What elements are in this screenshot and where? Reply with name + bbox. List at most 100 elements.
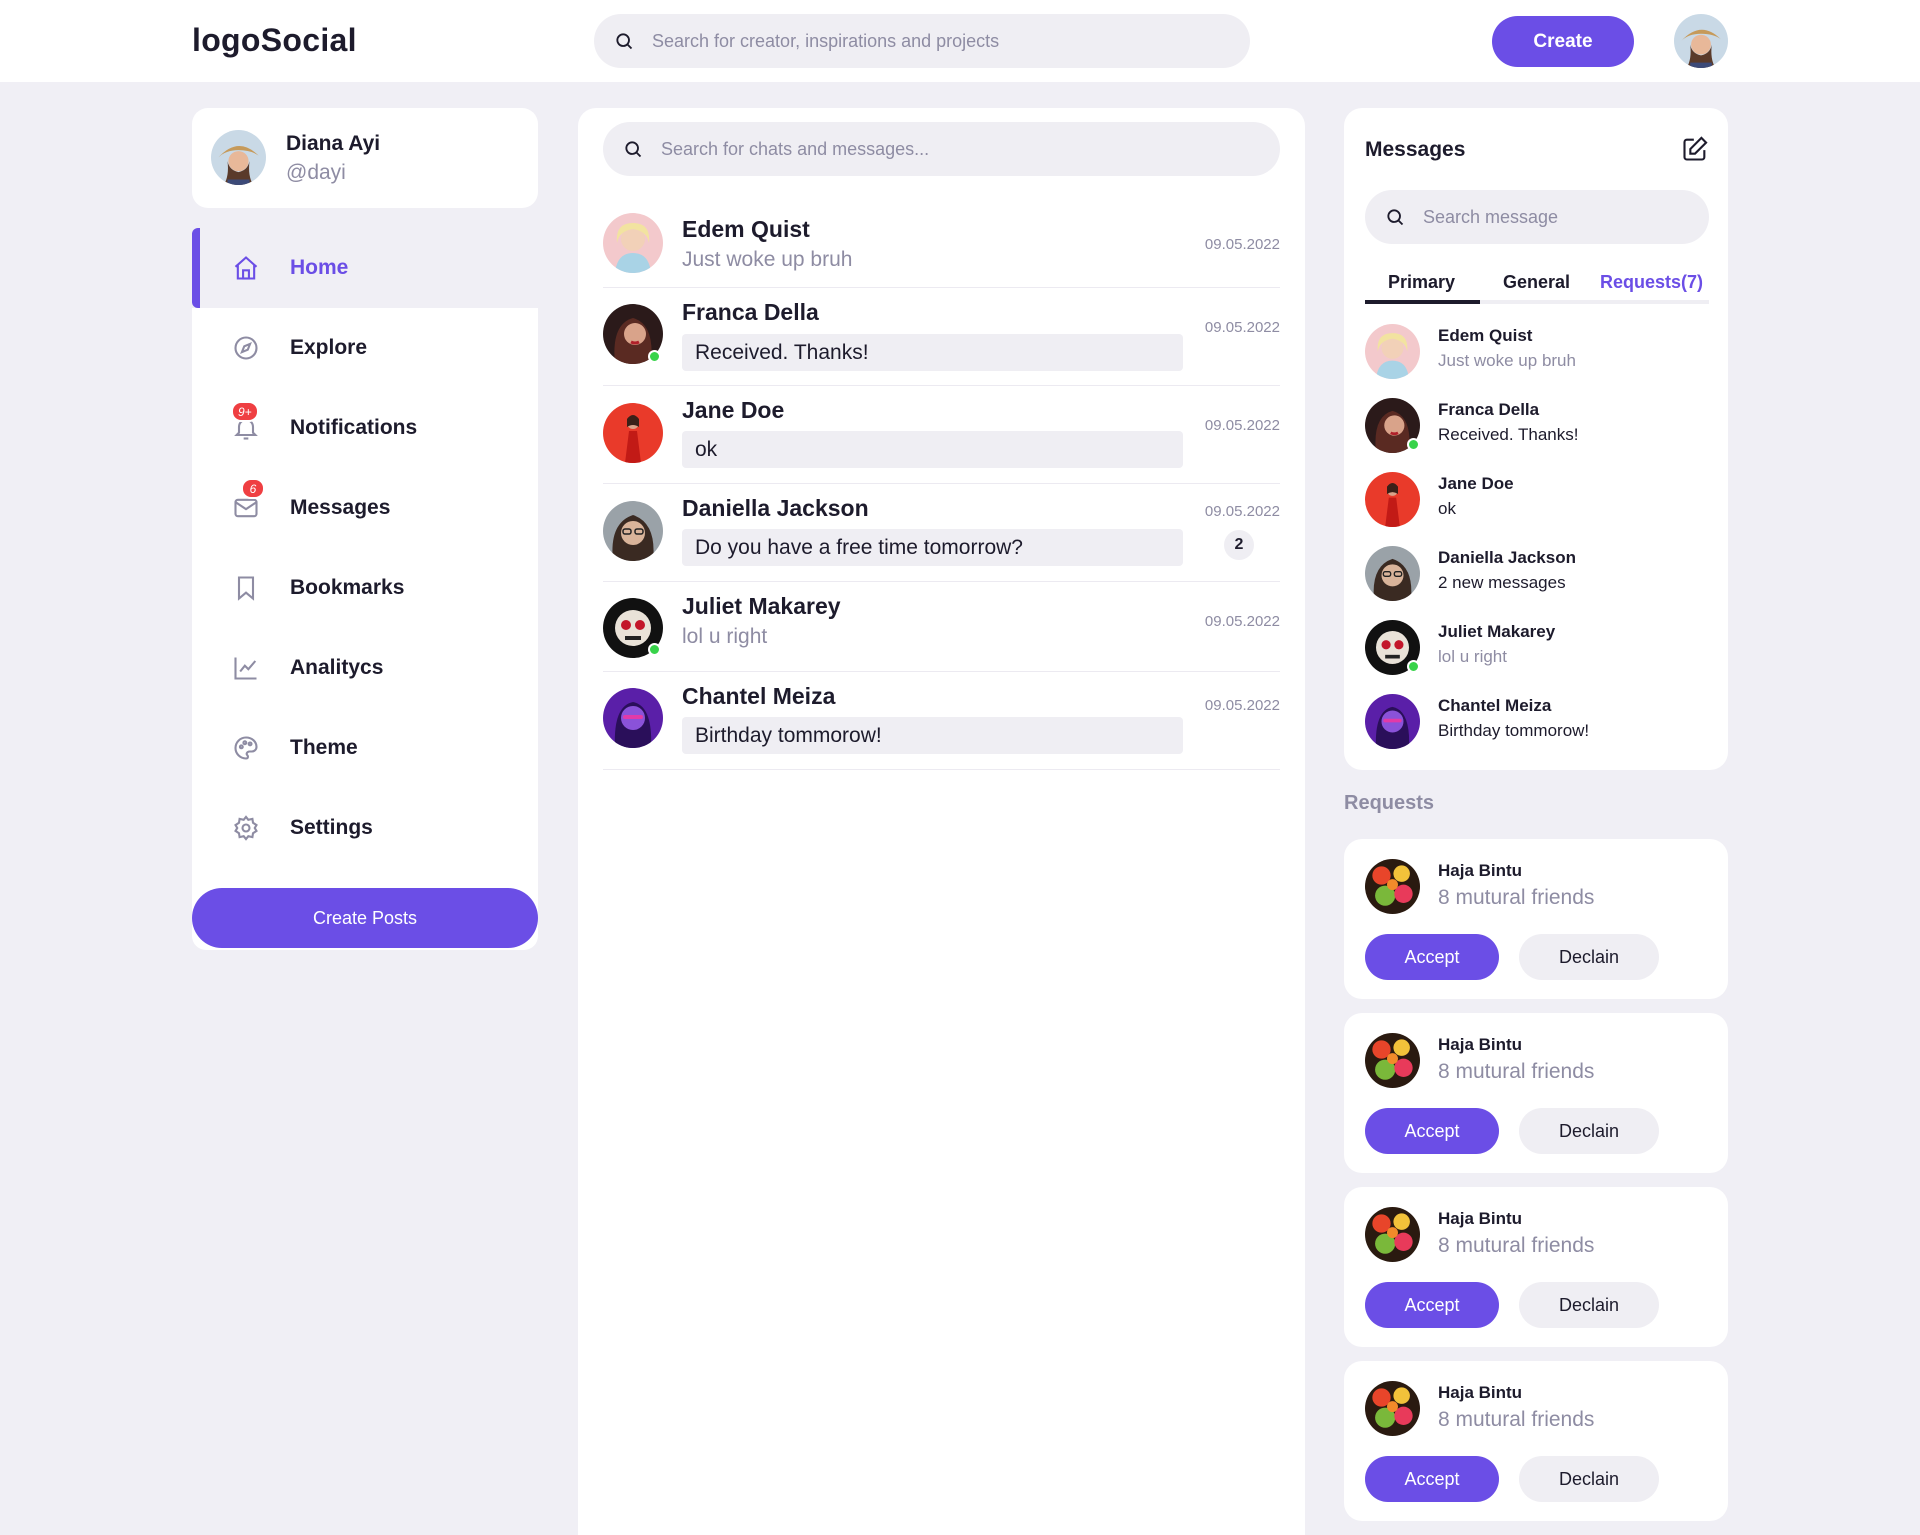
decline-button[interactable]: Declain — [1519, 1282, 1659, 1328]
chat-message: Do you have a free time tomorrow? — [682, 529, 1183, 566]
chat-row[interactable]: Edem Quist Just woke up bruh 09.05.2022 — [603, 206, 1280, 288]
sidebar-item-home[interactable]: Home — [192, 228, 538, 308]
search-icon — [616, 33, 633, 50]
chat-search-input[interactable]: Search for chats and messages... — [603, 122, 1280, 176]
global-search-input[interactable]: Search for creator, inspirations and pro… — [594, 14, 1250, 68]
sidebar-item-messages[interactable]: 6 Messages — [192, 468, 538, 548]
sidebar-item-label: Messages — [290, 496, 391, 519]
chat-row[interactable]: Jane Doe ok 09.05.2022 — [603, 387, 1280, 484]
unread-count-badge: 2 — [1224, 530, 1254, 560]
request-mutual-friends: 8 mutural friends — [1438, 886, 1595, 909]
profile-handle: @dayi — [286, 161, 346, 184]
sidebar-item-settings[interactable]: Settings — [192, 788, 538, 868]
requests-heading: Requests — [1344, 792, 1435, 814]
message-list-item[interactable]: Juliet Makarey lol u right — [1365, 620, 1709, 680]
online-indicator — [648, 643, 661, 656]
sidebar-nav: Home Explore 9+ Notifications 6 Messages… — [192, 228, 538, 950]
sidebar-item-analytics[interactable]: Analitycs — [192, 628, 538, 708]
chat-message: Received. Thanks! — [682, 334, 1183, 371]
message-name: Franca Della — [1438, 400, 1540, 419]
compass-icon — [234, 336, 258, 360]
profile-card[interactable]: Diana Ayi @dayi — [192, 108, 538, 208]
search-icon — [625, 141, 642, 158]
message-avatar — [1365, 546, 1420, 601]
decline-button[interactable]: Declain — [1519, 1456, 1659, 1502]
online-indicator — [1407, 660, 1420, 673]
bookmark-icon — [237, 576, 255, 601]
online-indicator — [648, 350, 661, 363]
request-avatar — [1365, 1033, 1420, 1088]
chat-row[interactable]: Juliet Makarey lol u right 09.05.2022 — [603, 583, 1280, 672]
request-card: Haja Bintu 8 mutural friends Accept Decl… — [1344, 1187, 1728, 1347]
message-list-item[interactable]: Franca Della Received. Thanks! — [1365, 398, 1709, 458]
sidebar-item-label: Settings — [290, 816, 373, 839]
chat-message: lol u right — [682, 625, 768, 648]
message-list-item[interactable]: Daniella Jackson 2 new messages — [1365, 546, 1709, 606]
create-posts-button[interactable]: Create Posts — [192, 888, 538, 948]
message-name: Chantel Meiza — [1438, 696, 1552, 715]
request-mutual-friends: 8 mutural friends — [1438, 1060, 1595, 1083]
chat-search-placeholder: Search for chats and messages... — [661, 138, 930, 159]
message-avatar — [1365, 472, 1420, 527]
tab-primary[interactable]: Primary — [1388, 272, 1455, 293]
message-list-item[interactable]: Chantel Meiza Birthday tommorow! — [1365, 694, 1709, 754]
create-button[interactable]: Create — [1492, 16, 1634, 67]
palette-icon — [234, 736, 258, 760]
chat-name: Chantel Meiza — [682, 683, 836, 709]
sidebar-item-label: Home — [290, 256, 349, 279]
accept-button[interactable]: Accept — [1365, 1282, 1499, 1328]
chat-avatar — [603, 688, 663, 748]
chat-row[interactable]: Daniella Jackson Do you have a free time… — [603, 485, 1280, 582]
message-name: Jane Doe — [1438, 474, 1514, 493]
message-search-input[interactable]: Search message — [1365, 190, 1709, 244]
sidebar-item-notifications[interactable]: 9+ Notifications — [192, 388, 538, 468]
chat-date: 09.05.2022 — [1204, 417, 1280, 434]
message-name: Daniella Jackson — [1438, 548, 1576, 567]
tab-requests[interactable]: Requests(7) — [1600, 272, 1703, 293]
chat-date: 09.05.2022 — [1204, 697, 1280, 714]
accept-button[interactable]: Accept — [1365, 1456, 1499, 1502]
message-preview: ok — [1438, 499, 1456, 518]
sidebar-item-bookmarks[interactable]: Bookmarks — [192, 548, 538, 628]
message-preview: lol u right — [1438, 647, 1507, 666]
messages-card: Messages Search message Primary General … — [1344, 108, 1728, 770]
logo[interactable]: logoSocial — [192, 22, 357, 59]
chat-message: ok — [682, 431, 1183, 468]
accept-button[interactable]: Accept — [1365, 934, 1499, 980]
chat-name: Edem Quist — [682, 216, 810, 242]
home-icon — [234, 256, 258, 280]
message-name: Juliet Makarey — [1438, 622, 1556, 641]
tab-general[interactable]: General — [1503, 272, 1570, 293]
request-avatar — [1365, 1207, 1420, 1262]
request-card: Haja Bintu 8 mutural friends Accept Decl… — [1344, 1013, 1728, 1173]
chat-name: Franca Della — [682, 299, 819, 325]
chat-row[interactable]: Chantel Meiza Birthday tommorow! 09.05.2… — [603, 673, 1280, 770]
message-preview: Birthday tommorow! — [1438, 721, 1590, 740]
message-list-item[interactable]: Jane Doe ok — [1365, 472, 1709, 532]
edit-icon[interactable] — [1681, 135, 1709, 163]
chat-avatar — [603, 213, 663, 273]
chat-name: Juliet Makarey — [682, 593, 841, 619]
sidebar-item-theme[interactable]: Theme — [192, 708, 538, 788]
user-avatar[interactable] — [1674, 14, 1728, 68]
decline-button[interactable]: Declain — [1519, 1108, 1659, 1154]
request-mutual-friends: 8 mutural friends — [1438, 1234, 1595, 1257]
message-name: Edem Quist — [1438, 326, 1533, 345]
chat-name: Jane Doe — [682, 397, 785, 423]
request-name: Haja Bintu — [1438, 1383, 1523, 1402]
top-bar: logoSocial Search for creator, inspirati… — [0, 0, 1920, 82]
global-search-placeholder: Search for creator, inspirations and pro… — [652, 30, 1000, 51]
message-list-item[interactable]: Edem Quist Just woke up bruh — [1365, 324, 1709, 384]
chat-name: Daniella Jackson — [682, 495, 869, 521]
chat-row[interactable]: Franca Della Received. Thanks! 09.05.202… — [603, 289, 1280, 386]
request-mutual-friends: 8 mutural friends — [1438, 1408, 1595, 1431]
sidebar-item-explore[interactable]: Explore — [192, 308, 538, 388]
decline-button[interactable]: Declain — [1519, 934, 1659, 980]
request-name: Haja Bintu — [1438, 1035, 1523, 1054]
profile-avatar[interactable] — [211, 130, 266, 185]
messages-badge: 6 — [241, 478, 265, 499]
accept-button[interactable]: Accept — [1365, 1108, 1499, 1154]
request-card: Haja Bintu 8 mutural friends Accept Decl… — [1344, 839, 1728, 999]
request-name: Haja Bintu — [1438, 861, 1523, 880]
sidebar-item-label: Bookmarks — [290, 576, 405, 599]
